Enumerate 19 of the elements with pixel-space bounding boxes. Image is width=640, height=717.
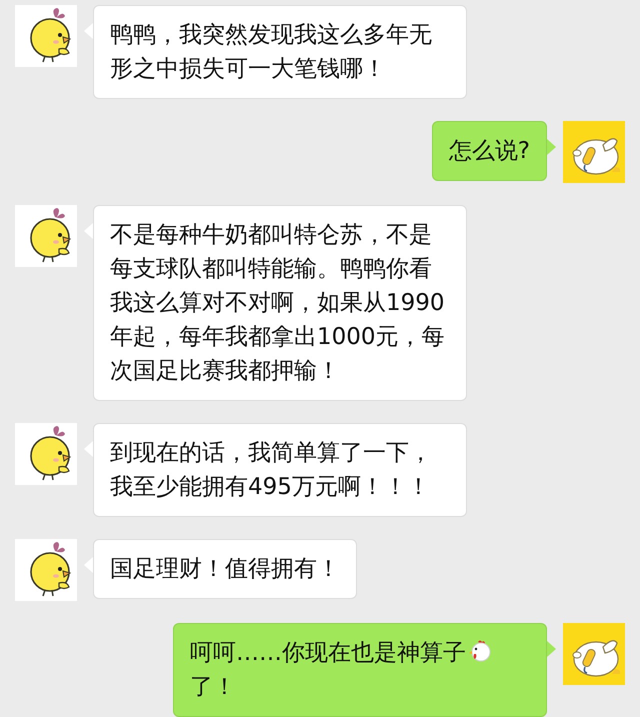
chicken-icon — [468, 639, 492, 663]
message-bubble: 不是每种牛奶都叫特仑苏，不是每支球队都叫特能输。鸭鸭你看我这么算对不对啊，如果从1990年起，每年我都拿出1000元，每次国足比赛我都押输！ — [93, 205, 467, 401]
bubble-tail — [83, 441, 93, 457]
message-bubble: 国足理财！值得拥有！ — [93, 539, 357, 599]
duck-avatar[interactable] — [563, 121, 625, 183]
bubble-tail — [547, 139, 557, 155]
message-bubble: 怎么说? — [432, 121, 547, 181]
message-bubble: 鸭鸭，我突然发现我这么多年无形之中损失可一大笔钱哪！ — [93, 5, 467, 99]
bubble-tail — [547, 641, 557, 657]
chick-avatar[interactable] — [15, 5, 77, 67]
message-bubble: 到现在的话，我简单算了一下，我至少能拥有495万元啊！！！ — [93, 423, 467, 517]
bubble-tail — [83, 23, 93, 39]
chick-avatar[interactable] — [15, 205, 77, 267]
bubble-tail — [83, 557, 93, 573]
message-bubble: 呵呵……你现在也是神算子 了！ — [173, 623, 547, 717]
duck-avatar[interactable] — [563, 623, 625, 685]
chick-avatar[interactable] — [15, 539, 77, 601]
chick-avatar[interactable] — [15, 423, 77, 485]
bubble-tail — [83, 223, 93, 239]
